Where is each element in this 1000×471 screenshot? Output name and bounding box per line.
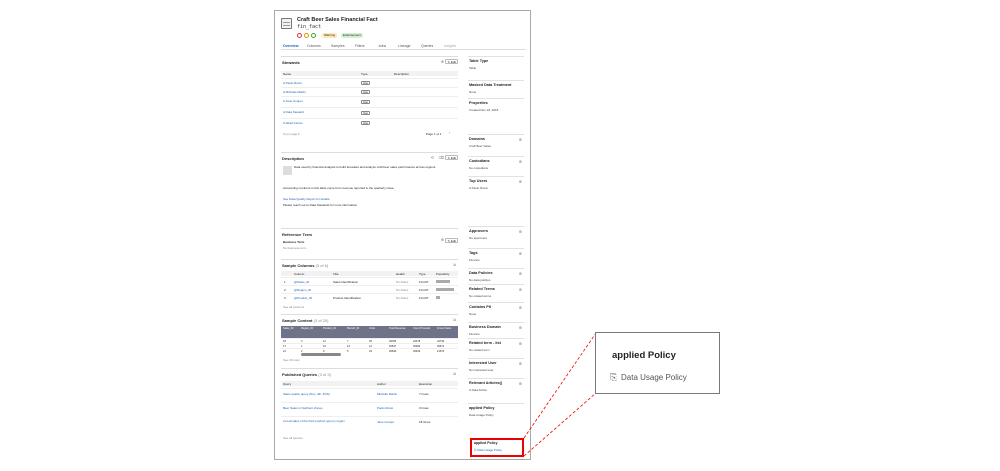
zoom-callout: applied Policy ⎘ Data Usage Policy <box>595 332 720 394</box>
callout-lines <box>523 332 597 457</box>
callout-title: applied Policy <box>612 350 676 361</box>
policy-icon: ⎘ <box>610 372 618 382</box>
callout-policy-link[interactable]: Data Usage Policy <box>621 373 687 382</box>
callout-line <box>523 332 597 439</box>
callout-line <box>523 392 597 457</box>
